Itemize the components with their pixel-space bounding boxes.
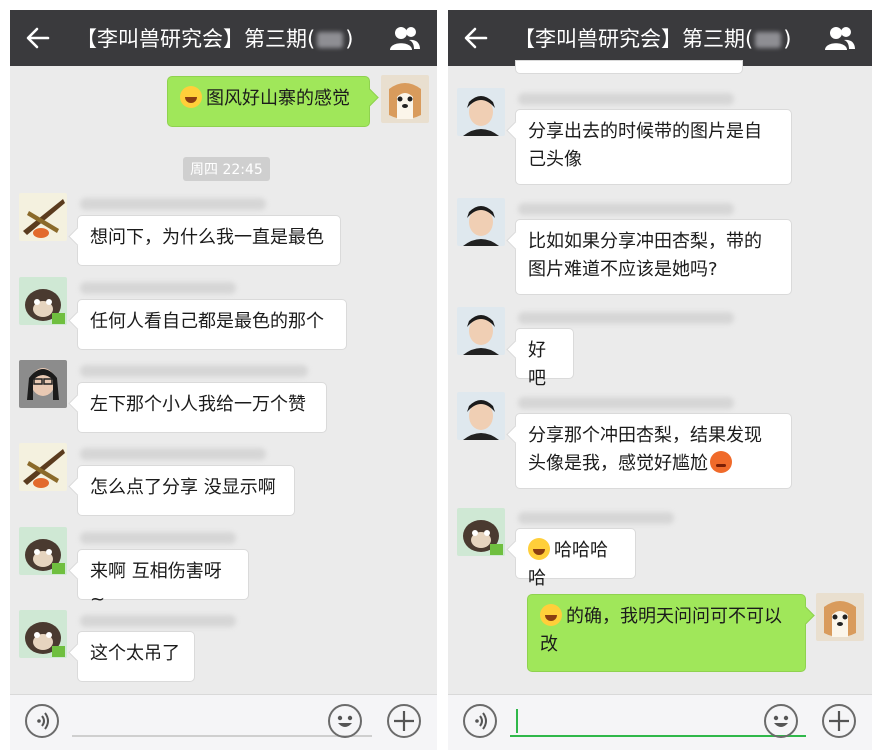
message-bubble[interactable]: 分享那个冲田杏梨，结果发现 头像是我，感觉好尴尬 (515, 413, 792, 489)
sender-name (518, 93, 734, 105)
avatar[interactable] (457, 392, 505, 440)
sender-name (80, 282, 236, 294)
emoji-button[interactable] (328, 704, 362, 738)
arrow-left-icon[interactable] (24, 24, 52, 52)
sender-name (80, 448, 266, 460)
smiley-icon (337, 715, 353, 727)
voice-button[interactable] (25, 704, 59, 738)
input-bar (448, 694, 872, 750)
my-message-bubble[interactable]: 的确，我明天问问可不可以改 (527, 594, 806, 672)
input-bar (10, 694, 437, 750)
smiley-icon (773, 715, 789, 727)
chat-window-left: 【李叫兽研究会】第三期() 图风好山寨的感觉 周四 22:45 想问下，为什么我… (10, 10, 437, 750)
text-cursor (516, 709, 518, 733)
avatar[interactable] (19, 277, 67, 325)
message-bubble[interactable]: 任何人看自己都是最色的那个 (77, 299, 347, 350)
chat-title: 【李叫兽研究会】第三期() (514, 27, 792, 51)
my-avatar[interactable] (816, 593, 864, 641)
chat-header: 【李叫兽研究会】第三期() (448, 10, 872, 66)
message-bubble-partial (515, 60, 743, 74)
voice-icon (475, 712, 487, 730)
message-bubble[interactable]: 哈哈哈哈 (515, 528, 636, 589)
timestamp: 周四 22:45 (183, 157, 270, 181)
message-input[interactable] (510, 735, 806, 737)
arrow-left-icon[interactable] (462, 24, 490, 52)
avatar[interactable] (457, 198, 505, 246)
avatar[interactable] (19, 193, 67, 241)
sender-name (80, 365, 308, 377)
emoji-button[interactable] (764, 704, 798, 738)
my-message-bubble[interactable]: 图风好山寨的感觉 (167, 76, 370, 127)
message-bubble[interactable]: 好吧 (515, 328, 574, 389)
plus-icon (829, 711, 849, 731)
avatar[interactable] (457, 508, 505, 556)
laughing-emoji-icon (540, 604, 562, 626)
sender-name (518, 203, 734, 215)
sender-name (518, 312, 734, 324)
message-input[interactable] (72, 735, 372, 737)
laughing-emoji-icon (180, 86, 202, 108)
avatar[interactable] (19, 610, 67, 658)
message-bubble[interactable]: 分享出去的时候带的图片是自 己头像 (515, 109, 792, 185)
message-bubble[interactable]: 怎么点了分享 没显示啊 (77, 465, 295, 516)
sender-name (80, 198, 266, 210)
sender-name (80, 532, 236, 544)
my-avatar[interactable] (381, 75, 429, 123)
angry-emoji-icon (710, 451, 732, 473)
message-bubble[interactable]: 左下那个小人我给一万个赞 (77, 382, 327, 433)
sender-name (80, 615, 236, 627)
sender-name (518, 512, 674, 524)
avatar[interactable] (19, 527, 67, 575)
message-bubble[interactable]: 想问下，为什么我一直是最色 (77, 215, 341, 266)
laughing-emoji-icon (528, 538, 550, 560)
people-icon[interactable] (824, 24, 856, 52)
people-icon[interactable] (389, 24, 421, 52)
message-bubble[interactable]: 比如如果分享冲田杏梨，带的 图片难道不应该是她吗? (515, 219, 792, 295)
message-bubble[interactable]: 来啊 互相伤害呀~ (77, 549, 249, 610)
message-bubble[interactable]: 这个太吊了 (77, 631, 195, 682)
voice-button[interactable] (463, 704, 497, 738)
avatar[interactable] (457, 307, 505, 355)
chat-header: 【李叫兽研究会】第三期() (10, 10, 437, 66)
more-button[interactable] (822, 704, 856, 738)
chat-window-right: 【李叫兽研究会】第三期() 分享出去的时候带的图片是自 己头像 比如如果分享冲田杏… (448, 10, 872, 750)
sender-name (518, 397, 734, 409)
avatar[interactable] (19, 443, 67, 491)
avatar[interactable] (457, 88, 505, 136)
chat-title: 【李叫兽研究会】第三期() (76, 27, 354, 51)
voice-icon (37, 712, 49, 730)
plus-icon (394, 711, 414, 731)
more-button[interactable] (387, 704, 421, 738)
avatar[interactable] (19, 360, 67, 408)
